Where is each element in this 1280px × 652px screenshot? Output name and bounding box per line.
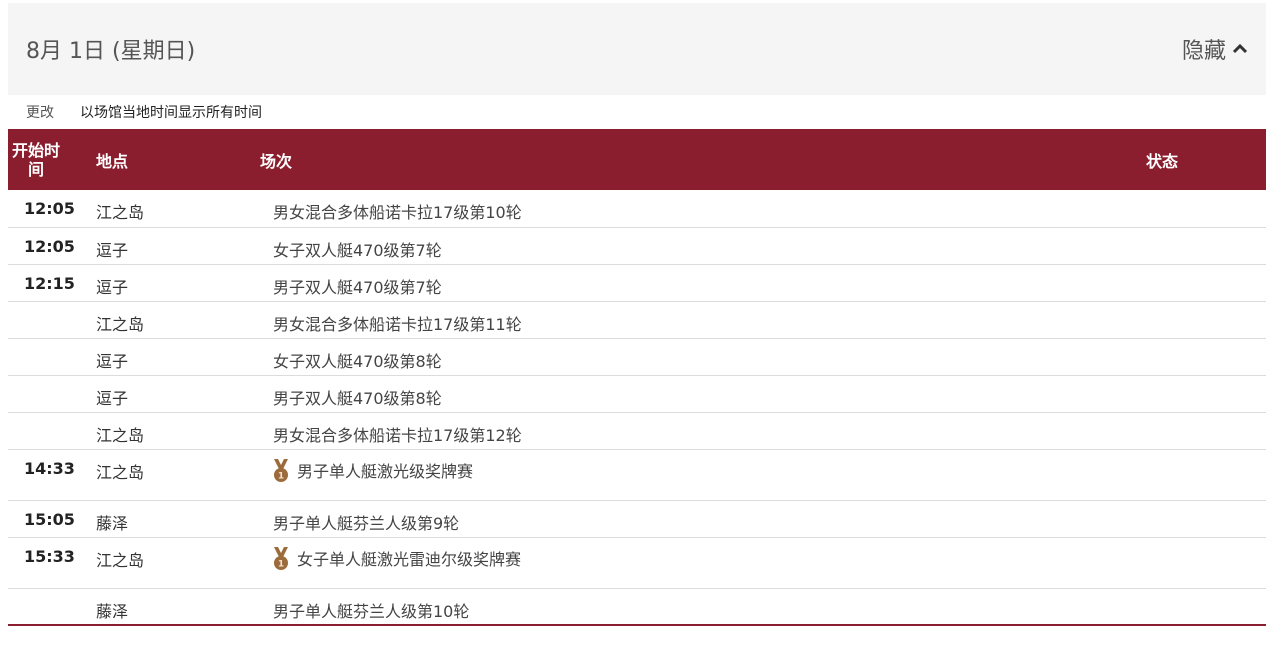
row-status xyxy=(1146,537,1266,588)
row-start-time: 12:15 xyxy=(24,273,75,293)
row-status xyxy=(1146,264,1266,301)
hide-toggle-button[interactable]: 隐藏 xyxy=(1182,33,1248,65)
schedule-panel: 8月 1日 (星期日) 隐藏 更改 以场馆当地时间显示所有时间 开始时间 地点 … xyxy=(8,0,1266,626)
row-status xyxy=(1146,190,1266,227)
table-row: 藤泽 男子单人艇芬兰人级第10轮 xyxy=(8,588,1266,625)
row-venue: 逗子 xyxy=(96,277,129,297)
medal-icon: 1 xyxy=(273,546,289,572)
row-start-time xyxy=(8,588,96,625)
table-row: 15:33 江之岛 1 女子单人艇激光雷迪尔级奖牌赛 xyxy=(8,537,1266,588)
row-event[interactable]: 女子双人艇470级第7轮 xyxy=(260,227,1146,264)
row-venue: 逗子 xyxy=(96,388,129,408)
row-status xyxy=(1146,375,1266,412)
row-start-time: 12:05 xyxy=(24,199,75,218)
row-venue: 逗子 xyxy=(96,351,129,371)
row-event[interactable]: 男女混合多体船诺卡拉17级第10轮 xyxy=(260,190,1146,227)
timezone-text: 以场馆当地时间显示所有时间 xyxy=(80,105,262,121)
row-start-time xyxy=(8,301,96,338)
medal-icon: 1 xyxy=(273,458,289,484)
table-row: 江之岛 男女混合多体船诺卡拉17级第11轮 xyxy=(8,301,1266,338)
schedule-rows: 12:05 江之岛 男女混合多体船诺卡拉17级第10轮 12:05 逗子 女子双人艇470… xyxy=(8,190,1266,625)
day-title: 8月 1日 (星期日) xyxy=(26,39,196,64)
row-event[interactable]: 男女混合多体船诺卡拉17级第11轮 xyxy=(260,301,1146,338)
schedule-table: 开始时间 地点 场次 状态 12:05 江之岛 男女混合多体船诺卡拉17级第10轮 1… xyxy=(8,129,1266,626)
row-event-label: 男女混合多体船诺卡拉17级第12轮 xyxy=(273,425,522,445)
table-header-row: 开始时间 地点 场次 状态 xyxy=(8,129,1266,190)
row-status xyxy=(1146,412,1266,449)
row-event-label: 男女混合多体船诺卡拉17级第11轮 xyxy=(273,314,522,334)
table-row: 14:33 江之岛 1 男子单人艇激光级奖牌赛 xyxy=(8,449,1266,500)
row-start-time xyxy=(8,412,96,449)
header-event: 场次 xyxy=(260,151,293,171)
day-header: 8月 1日 (星期日) 隐藏 xyxy=(8,3,1266,95)
header-start-time: 开始时间 xyxy=(11,140,60,179)
row-event-label: 男子单人艇激光级奖牌赛 xyxy=(297,461,474,481)
row-event-label: 女子双人艇470级第8轮 xyxy=(273,351,442,371)
table-row: 12:05 逗子 女子双人艇470级第7轮 xyxy=(8,227,1266,264)
row-venue: 江之岛 xyxy=(96,462,145,482)
change-timezone-link[interactable]: 更改 xyxy=(26,102,54,122)
row-event[interactable]: 1 女子单人艇激光雷迪尔级奖牌赛 xyxy=(260,537,1146,588)
row-event[interactable]: 1 男子单人艇激光级奖牌赛 xyxy=(260,449,1146,500)
row-event-label: 男子单人艇芬兰人级第9轮 xyxy=(273,513,460,533)
row-event[interactable]: 男子双人艇470级第8轮 xyxy=(260,375,1146,412)
chevron-up-icon xyxy=(1232,43,1248,54)
table-row: 12:15 逗子 男子双人艇470级第7轮 xyxy=(8,264,1266,301)
row-status xyxy=(1146,449,1266,500)
row-venue: 江之岛 xyxy=(96,550,145,570)
row-venue: 江之岛 xyxy=(96,425,145,445)
row-start-time: 15:33 xyxy=(24,546,75,566)
row-event-label: 男子双人艇470级第8轮 xyxy=(273,388,442,408)
row-status xyxy=(1146,301,1266,338)
row-status xyxy=(1146,500,1266,537)
table-row: 逗子 男子双人艇470级第8轮 xyxy=(8,375,1266,412)
row-event[interactable]: 女子双人艇470级第8轮 xyxy=(260,338,1146,375)
row-status xyxy=(1146,227,1266,264)
row-venue: 江之岛 xyxy=(96,314,145,334)
header-venue: 地点 xyxy=(96,151,129,171)
row-start-time: 14:33 xyxy=(24,458,75,478)
table-row: 15:05 藤泽 男子单人艇芬兰人级第9轮 xyxy=(8,500,1266,537)
table-row: 逗子 女子双人艇470级第8轮 xyxy=(8,338,1266,375)
row-start-time xyxy=(8,338,96,375)
row-event[interactable]: 男子单人艇芬兰人级第10轮 xyxy=(260,588,1146,625)
row-event[interactable]: 男子双人艇470级第7轮 xyxy=(260,264,1146,301)
row-venue: 逗子 xyxy=(96,240,129,260)
row-event[interactable]: 男女混合多体船诺卡拉17级第12轮 xyxy=(260,412,1146,449)
header-status: 状态 xyxy=(1146,151,1179,171)
row-event-label: 男子双人艇470级第7轮 xyxy=(273,277,442,297)
row-event[interactable]: 男子单人艇芬兰人级第9轮 xyxy=(260,500,1146,537)
row-start-time: 15:05 xyxy=(24,509,75,529)
row-start-time: 12:05 xyxy=(24,236,75,256)
row-venue: 江之岛 xyxy=(96,203,145,222)
row-venue: 藤泽 xyxy=(96,601,129,621)
svg-text:1: 1 xyxy=(278,559,284,569)
table-row: 12:05 江之岛 男女混合多体船诺卡拉17级第10轮 xyxy=(8,190,1266,227)
row-event-label: 女子单人艇激光雷迪尔级奖牌赛 xyxy=(297,549,522,569)
row-venue: 藤泽 xyxy=(96,513,129,533)
row-event-label: 男女混合多体船诺卡拉17级第10轮 xyxy=(273,203,522,222)
table-row: 江之岛 男女混合多体船诺卡拉17级第12轮 xyxy=(8,412,1266,449)
row-status xyxy=(1146,338,1266,375)
timezone-row: 更改 以场馆当地时间显示所有时间 xyxy=(8,95,1266,129)
svg-text:1: 1 xyxy=(278,471,284,481)
hide-toggle-label: 隐藏 xyxy=(1181,39,1226,64)
row-event-label: 女子双人艇470级第7轮 xyxy=(273,240,442,260)
row-event-label: 男子单人艇芬兰人级第10轮 xyxy=(273,601,470,621)
row-status xyxy=(1146,588,1266,625)
row-start-time xyxy=(8,375,96,412)
